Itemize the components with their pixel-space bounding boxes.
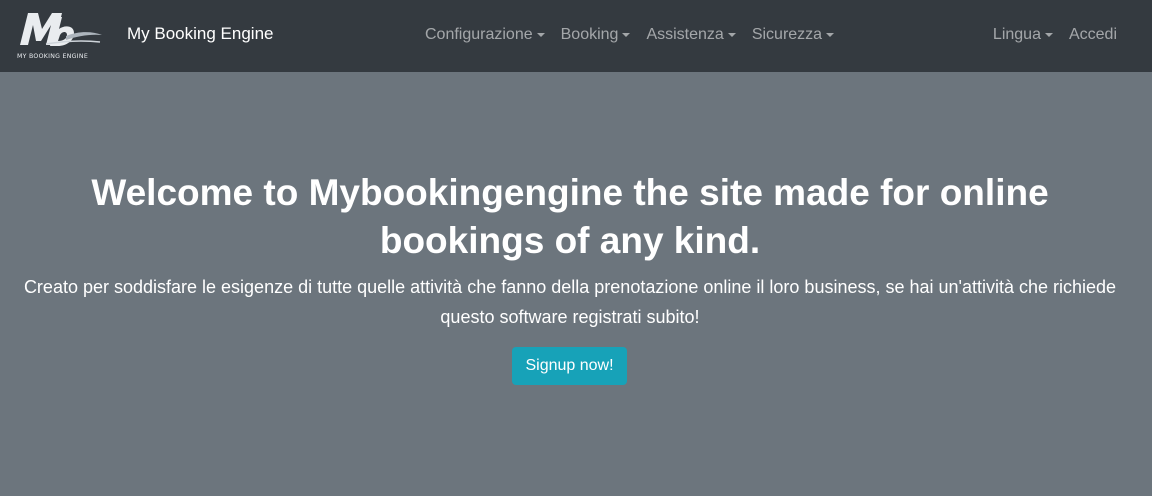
- user-menu: Lingua Accedi: [993, 24, 1117, 46]
- main-menu: Configurazione Booking Assistenza Sicure…: [425, 24, 835, 46]
- logo-graphic: MY BOOKING ENGINE: [17, 13, 102, 60]
- menu-assistenza[interactable]: Assistenza: [646, 24, 736, 46]
- menu-sicurezza-label: Sicurezza: [751, 26, 823, 43]
- hero-section: Welcome to Mybookingengine the site made…: [0, 72, 1152, 496]
- top-navbar: MY BOOKING ENGINE My Booking Engine Conf…: [0, 0, 1152, 72]
- caret-down-icon: [536, 33, 545, 37]
- language-label: Lingua: [992, 26, 1041, 43]
- caret-down-icon: [622, 33, 631, 37]
- menu-booking[interactable]: Booking: [561, 24, 631, 46]
- logo[interactable]: MY BOOKING ENGINE: [16, 9, 104, 63]
- brand-name[interactable]: My Booking Engine: [127, 23, 273, 45]
- caret-down-icon: [826, 33, 835, 37]
- menu-sicurezza[interactable]: Sicurezza: [751, 24, 835, 46]
- caret-down-icon: [727, 33, 736, 37]
- language-dropdown[interactable]: Lingua: [993, 24, 1053, 46]
- menu-configurazione[interactable]: Configurazione: [425, 24, 545, 46]
- hero-title: Welcome to Mybookingengine the site made…: [91, 172, 1049, 261]
- menu-assistenza-label: Assistenza: [646, 26, 724, 43]
- menu-configurazione-label: Configurazione: [425, 26, 533, 43]
- caret-down-icon: [1044, 33, 1053, 37]
- logo-text: MY BOOKING ENGINE: [17, 53, 88, 60]
- signup-button[interactable]: Signup now!: [512, 347, 627, 385]
- hero-subtitle: Creato per soddisfare le esigenze di tut…: [23, 277, 1117, 327]
- menu-booking-label: Booking: [560, 26, 619, 43]
- login-link[interactable]: Accedi: [1069, 24, 1117, 46]
